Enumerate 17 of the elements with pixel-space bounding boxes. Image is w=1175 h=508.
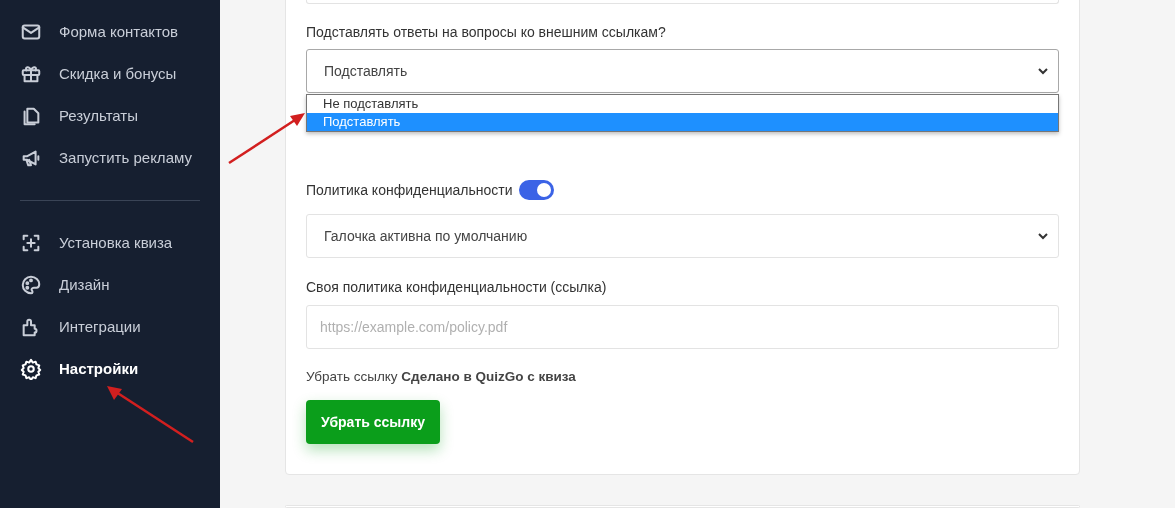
remove-link-button[interactable]: Убрать ссылку <box>306 400 440 444</box>
sidebar-item[interactable]: Скидка и бонусы <box>0 53 220 95</box>
sidebar-item[interactable]: Дизайн <box>0 264 220 306</box>
field-label: Подставлять ответы на вопросы ко внешним ссылкам? <box>306 23 667 41</box>
select-field[interactable]: Галочка активна по умолчанию <box>306 214 1059 258</box>
sidebar-item[interactable]: Настройки <box>0 348 220 390</box>
sidebar-item[interactable]: Установка квиза <box>0 222 220 264</box>
dropdown-option[interactable]: Не подставлять <box>307 95 1058 113</box>
sidebar-item[interactable]: Форма контактов <box>0 11 220 53</box>
field-label: Своя политика конфиденциальности (ссылка) <box>306 278 608 296</box>
input-field[interactable]: https://example.com/policy.pdf <box>306 305 1059 349</box>
sidebar-item[interactable]: Интеграции <box>0 306 220 348</box>
toggle-label: Политика конфиденциальности <box>306 180 513 200</box>
remove-link-text: Убрать ссылку Сделано в QuizGo с квиза <box>306 368 577 386</box>
sidebar-item[interactable]: Запустить рекламу <box>0 137 220 179</box>
sidebar-item[interactable]: Результаты <box>0 95 220 137</box>
select-field[interactable]: Подставлять <box>306 49 1059 93</box>
